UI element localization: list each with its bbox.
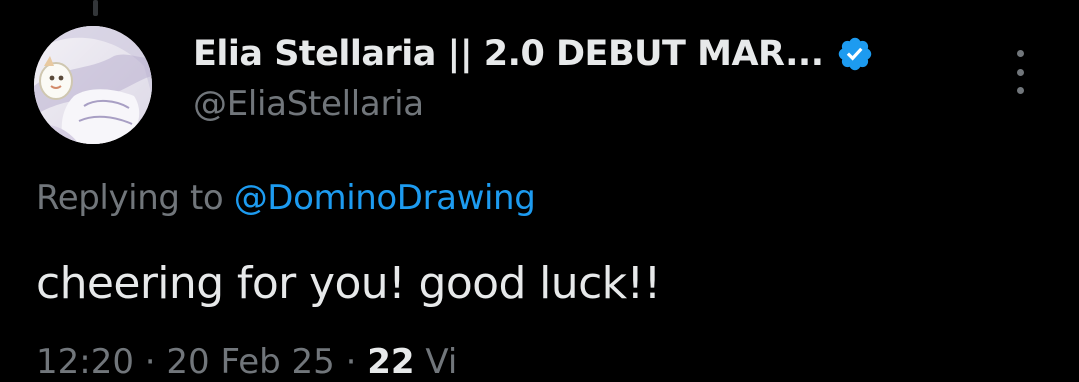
reply-mention-link[interactable]: @DominoDrawing [234,178,536,218]
more-vertical-icon-dot-3 [1016,87,1024,94]
avatar[interactable] [34,26,152,144]
views-count: 22 [367,342,415,382]
more-vertical-icon [1016,50,1024,57]
thread-connector-line [93,0,98,16]
tweet-date[interactable]: 20 Feb 25 [166,342,334,382]
replying-to-prefix: Replying to [36,178,234,218]
avatar-image [34,26,152,144]
more-options-button[interactable] [1004,50,1036,94]
verified-badge-icon[interactable] [836,35,874,73]
author-handle[interactable]: @EliaStellaria [193,84,424,124]
author-display-name[interactable]: Elia Stellaria || 2.0 DEBUT MAR... [193,34,824,74]
tweet-meta: 12:20 · 20 Feb 25 · 22 Vi [36,342,457,382]
meta-separator: · [144,342,156,382]
replying-to-line: Replying to @DominoDrawing [36,178,536,218]
more-vertical-icon-dot-2 [1016,68,1024,76]
meta-separator-2: · [345,342,357,382]
author-name-row: Elia Stellaria || 2.0 DEBUT MAR... [193,28,874,80]
tweet-time[interactable]: 12:20 [36,342,134,382]
tweet-text: cheering for you! good luck!! [36,258,661,309]
views-label: Vi [425,342,458,382]
tweet-header: Elia Stellaria || 2.0 DEBUT MAR... @Elia… [193,28,1013,138]
